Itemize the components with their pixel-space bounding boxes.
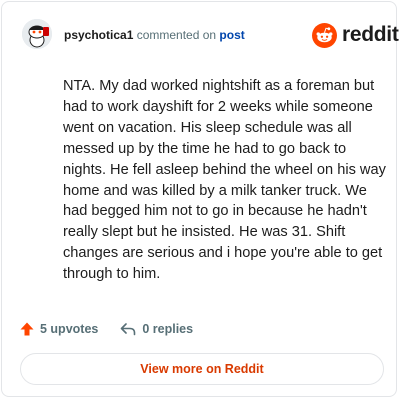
snoo-avatar-icon: [22, 19, 52, 49]
comment-embed-card: psychotica1 commented on post reddit NTA…: [1, 1, 399, 397]
reply-arrow-icon: [121, 323, 136, 336]
comment-header: psychotica1 commented on post: [64, 26, 245, 44]
comment-stats: 5 upvotes 0 replies: [20, 319, 193, 339]
author-name[interactable]: psychotica1: [64, 28, 133, 42]
post-link[interactable]: post: [219, 28, 244, 42]
upvotes-stat[interactable]: 5 upvotes: [20, 322, 98, 336]
reddit-logo[interactable]: reddit: [312, 22, 399, 48]
comment-body: NTA. My dad worked nightshift as a forem…: [63, 78, 386, 283]
reddit-alien-logo-icon: [312, 22, 337, 48]
author-avatar[interactable]: [22, 19, 52, 49]
view-more-on-reddit-button[interactable]: View more on Reddit: [20, 353, 384, 385]
reddit-wordmark: reddit: [342, 23, 399, 46]
upvotes-count: 5 upvotes: [40, 322, 99, 336]
replies-count: 0 replies: [142, 322, 194, 336]
commented-on-text: commented on: [133, 28, 220, 42]
upvote-arrow-icon: [20, 322, 34, 336]
replies-stat[interactable]: 0 replies: [120, 322, 193, 336]
